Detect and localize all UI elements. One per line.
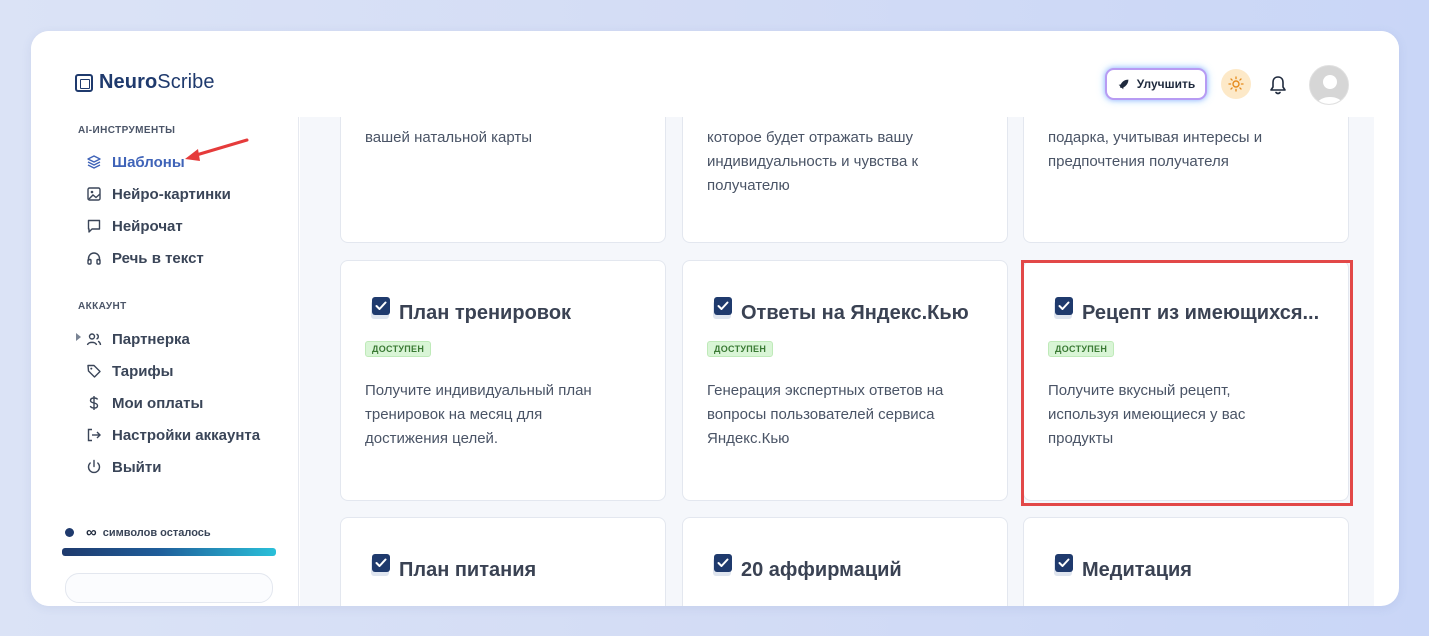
sidebar-item-partner[interactable]: Партнерка	[86, 328, 190, 350]
section-label-tools: AI-ИНСТРУМЕНТЫ	[78, 125, 176, 136]
brand-name: NeuroScribe	[99, 71, 215, 93]
expand-caret-icon[interactable]	[76, 333, 81, 341]
user-avatar[interactable]	[1309, 65, 1349, 105]
sidebar-item-label: Мои оплаты	[112, 394, 204, 412]
sidebar-item-payments[interactable]: Мои оплаты	[86, 392, 203, 414]
sidebar-item-label: Речь в текст	[112, 249, 204, 267]
card-title: Медитация	[1082, 559, 1192, 581]
credits-remaining: ∞ символов осталось	[65, 524, 211, 541]
app-window: NeuroScribe Улучшить AI-ИНСТРУМЕНТЫ Шабл…	[31, 31, 1399, 606]
top-header: NeuroScribe Улучшить	[31, 31, 1399, 117]
bell-icon[interactable]	[1269, 75, 1287, 95]
card-description: вашей натальной карты	[365, 129, 533, 146]
card-description: Получите индивидуальный план тренировок …	[365, 382, 592, 447]
sidebar-item-logout[interactable]: Выйти	[86, 456, 161, 478]
card-description: подарка, учитывая интересы и предпочтени…	[1048, 129, 1263, 170]
sidebar-item-label: Настройки аккаунта	[112, 426, 261, 444]
sidebar-item-label: Нейро-картинки	[112, 185, 231, 203]
brand-logo[interactable]: NeuroScribe	[75, 71, 215, 94]
chat-icon	[87, 219, 101, 233]
image-icon	[87, 187, 101, 201]
sidebar-item-speech-to-text[interactable]: Речь в текст	[86, 247, 204, 269]
card-description: Генерация экспертных ответов на вопросы …	[707, 382, 944, 447]
sidebar: AI-ИНСТРУМЕНТЫ Шаблоны Нейро-картинки Не…	[31, 117, 299, 606]
sun-icon	[1228, 76, 1244, 92]
checkbox-icon	[371, 554, 390, 576]
sidebar-item-neuro-images[interactable]: Нейро-картинки	[86, 183, 231, 205]
login-icon	[87, 428, 101, 442]
credits-value: ∞	[86, 524, 97, 541]
checkbox-icon	[713, 554, 732, 576]
template-card[interactable]: подарка, учитывая интересы и предпочтени…	[1023, 117, 1349, 243]
template-card-yandex-q[interactable]: Ответы на Яндекс.Кью ДОСТУПЕН Генерация …	[682, 260, 1008, 501]
layers-icon	[87, 155, 101, 169]
template-card-meditation[interactable]: Медитация	[1023, 517, 1349, 606]
card-title: Ответы на Яндекс.Кью	[741, 302, 969, 324]
headphones-icon	[87, 252, 101, 265]
sidebar-bottom-widget[interactable]	[65, 573, 273, 603]
checkbox-icon	[371, 297, 390, 319]
template-card[interactable]: которое будет отражать вашу индивидуальн…	[682, 117, 1008, 243]
sidebar-item-tariffs[interactable]: Тарифы	[86, 360, 173, 382]
sidebar-item-templates[interactable]: Шаблоны	[86, 151, 185, 173]
credits-progress-bar	[62, 548, 276, 556]
template-card-workout-plan[interactable]: План тренировок ДОСТУПЕН Получите индиви…	[340, 260, 666, 501]
users-icon	[86, 333, 102, 346]
sidebar-item-label: Тарифы	[112, 362, 174, 380]
sidebar-item-label: Выйти	[112, 458, 162, 476]
checkbox-icon	[713, 297, 732, 319]
power-icon	[87, 459, 101, 474]
dollar-icon	[89, 396, 99, 410]
card-title: План питания	[399, 559, 537, 581]
status-dot	[65, 528, 74, 537]
logo-icon	[75, 73, 93, 92]
sidebar-item-neurochat[interactable]: Нейрочат	[86, 215, 183, 237]
section-label-account: АККАУНТ	[78, 301, 127, 312]
card-title: План тренировок	[399, 302, 572, 324]
template-card[interactable]: вашей натальной карты	[340, 117, 666, 243]
sidebar-item-label: Нейрочат	[112, 217, 183, 235]
template-card-affirmations[interactable]: 20 аффирмаций	[682, 517, 1008, 606]
credits-label: символов осталось	[102, 526, 211, 539]
annotation-arrow-icon	[185, 138, 249, 161]
rocket-icon	[1118, 79, 1129, 89]
sidebar-item-account-settings[interactable]: Настройки аккаунта	[86, 424, 260, 446]
checkbox-icon	[1054, 554, 1073, 576]
status-badge: ДОСТУПЕН	[707, 341, 774, 357]
highlight-annotation	[1021, 260, 1353, 506]
avatar-icon	[1310, 66, 1348, 104]
theme-toggle-button[interactable]	[1221, 69, 1251, 99]
upgrade-button[interactable]: Улучшить	[1105, 68, 1207, 100]
sidebar-item-label: Партнерка	[112, 330, 190, 348]
template-card-meal-plan[interactable]: План питания	[340, 517, 666, 606]
templates-grid: вашей натальной карты которое будет отра…	[300, 117, 1374, 606]
sidebar-item-label: Шаблоны	[112, 153, 185, 171]
tag-icon	[87, 364, 101, 378]
status-badge: ДОСТУПЕН	[365, 341, 432, 357]
card-title: 20 аффирмаций	[741, 559, 902, 581]
upgrade-label: Улучшить	[1136, 77, 1196, 91]
card-description: которое будет отражать вашу индивидуальн…	[707, 129, 919, 194]
